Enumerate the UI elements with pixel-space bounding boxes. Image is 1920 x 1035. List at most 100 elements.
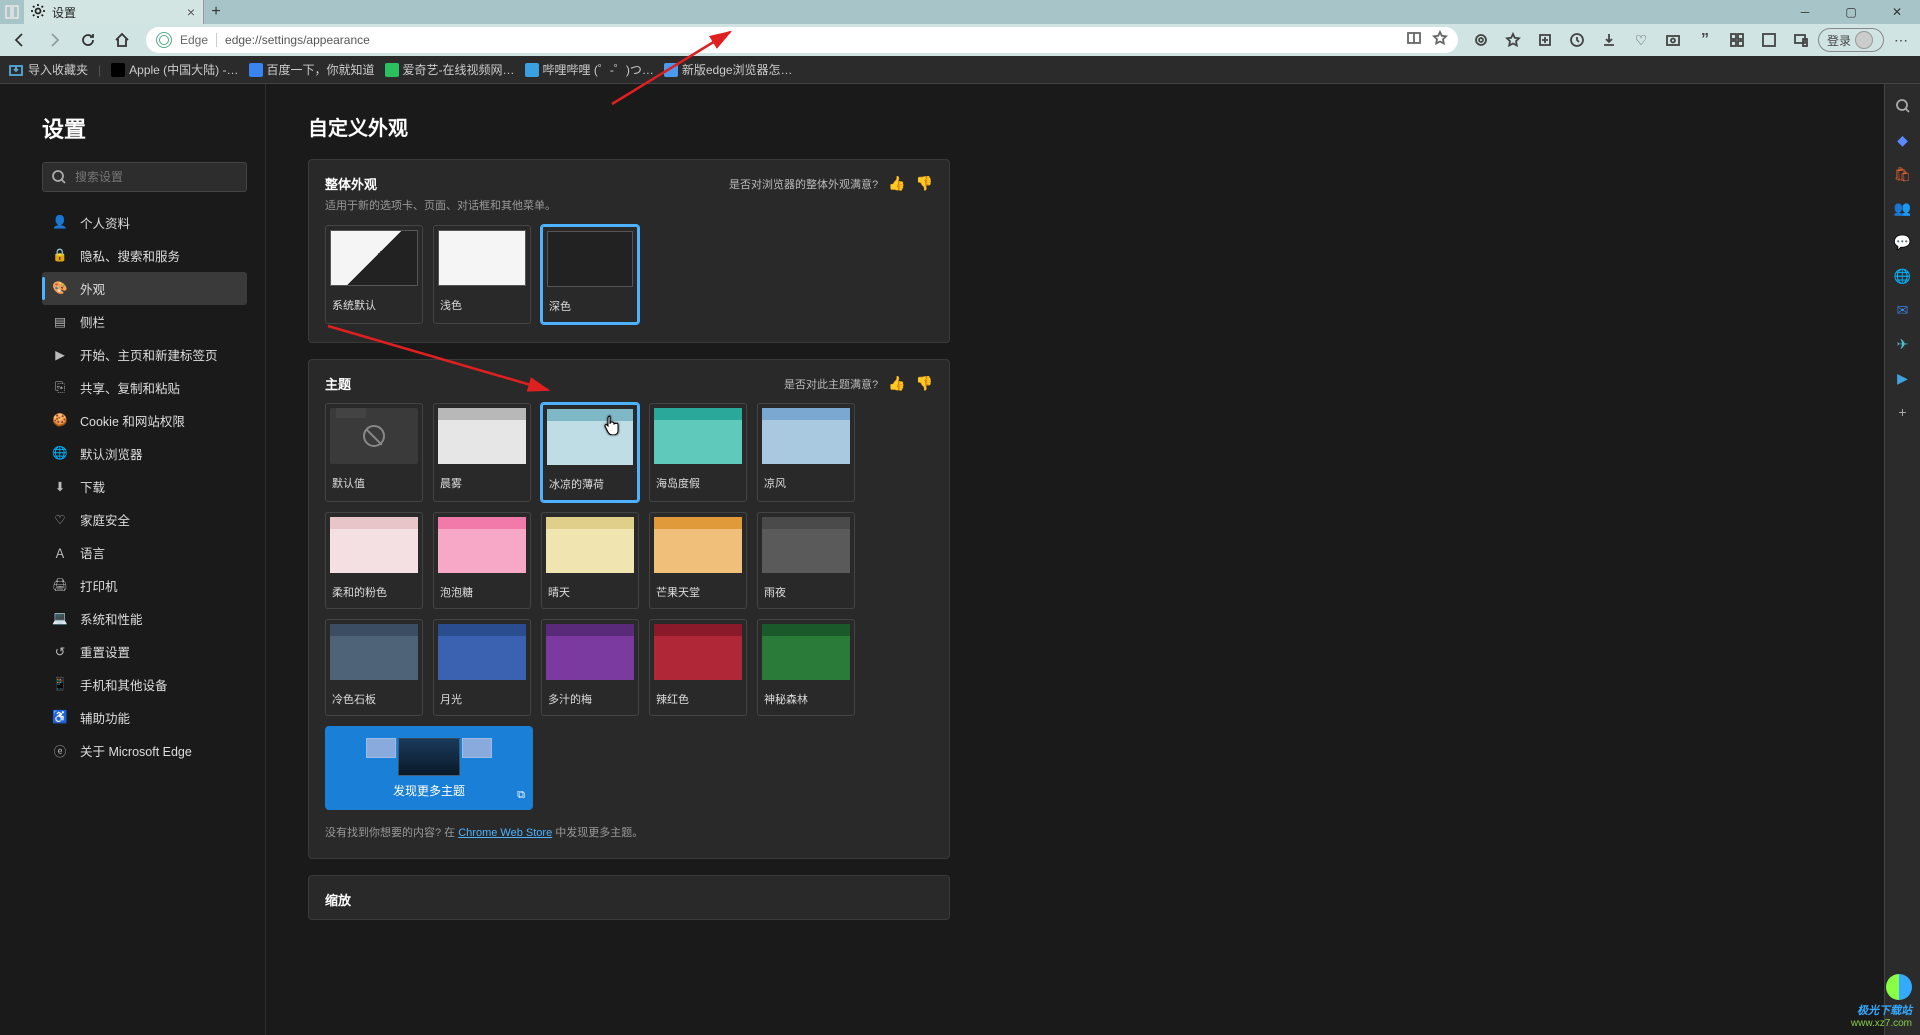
theme-tile-12[interactable]: 多汁的梅 — [541, 619, 639, 716]
thumbs-down-icon[interactable]: 👎 — [916, 175, 933, 192]
bookmark-item[interactable]: 爱奇艺-在线视频网… — [385, 61, 515, 78]
home-button[interactable] — [106, 26, 138, 54]
math-icon[interactable] — [1754, 26, 1784, 54]
video-icon[interactable]: ▶ — [1893, 368, 1913, 388]
sidebar-item-8[interactable]: ⬇下载 — [42, 470, 247, 503]
sidebar-item-12[interactable]: 💻系统和性能 — [42, 602, 247, 635]
right-sidebar: ◆ 🛍 👥 💬 🌐 ✉ ✈ ▶ + — [1884, 84, 1920, 1035]
external-link-icon: ⧉ — [517, 789, 525, 802]
new-tab-button[interactable]: + — [204, 3, 228, 21]
search-icon[interactable] — [1893, 96, 1913, 116]
nav-icon: 📱 — [52, 677, 68, 693]
theme-tile-1[interactable]: 晨雾 — [433, 403, 531, 502]
menu-icon[interactable]: ⋯ — [1886, 26, 1916, 54]
appearance-tile-2[interactable]: 深色 — [541, 225, 639, 324]
theme-tile-4[interactable]: 凉风 — [757, 403, 855, 502]
browser-tab-active[interactable]: 设置 × — [24, 0, 204, 24]
add-icon[interactable]: + — [1893, 402, 1913, 422]
theme-tile-8[interactable]: 芒果天堂 — [649, 512, 747, 609]
tag-icon[interactable]: ◆ — [1893, 130, 1913, 150]
overall-appearance-panel: 整体外观 是否对浏览器的整体外观满意? 👍 👎 适用于新的选项卡、页面、对话框和… — [308, 159, 950, 343]
close-window-button[interactable]: ✕ — [1874, 0, 1920, 24]
sidebar-item-4[interactable]: ▶开始、主页和新建标签页 — [42, 338, 247, 371]
theme-tile-14[interactable]: 神秘森林 — [757, 619, 855, 716]
send-to-device-icon[interactable] — [1786, 26, 1816, 54]
search-input[interactable] — [42, 162, 247, 192]
sidebar-item-3[interactable]: ▤侧栏 — [42, 305, 247, 338]
nav-icon: ⬇ — [52, 479, 68, 495]
search-field[interactable] — [75, 170, 238, 184]
sidebar-item-0[interactable]: 👤个人资料 — [42, 206, 247, 239]
login-button[interactable]: 登录 — [1818, 28, 1884, 52]
theme-tile-0[interactable]: 默认值 — [325, 403, 423, 502]
close-icon[interactable]: × — [187, 4, 195, 20]
theme-tile-3[interactable]: 海岛度假 — [649, 403, 747, 502]
performance-icon[interactable]: ♡ — [1626, 26, 1656, 54]
titlebar: 设置 × + ─ ▢ ✕ — [0, 0, 1920, 24]
bookmark-item[interactable]: 哔哩哔哩 (゜-゜)つ… — [525, 61, 654, 78]
discover-more-themes[interactable]: 发现更多主题 ⧉ — [325, 726, 533, 810]
thumbs-down-icon[interactable]: 👎 — [916, 375, 933, 392]
history-icon[interactable] — [1562, 26, 1592, 54]
appearance-tile-0[interactable]: 系统默认 — [325, 225, 423, 324]
forward-button — [38, 26, 70, 54]
chrome-web-store-link[interactable]: Chrome Web Store — [458, 827, 552, 839]
maximize-button[interactable]: ▢ — [1828, 0, 1874, 24]
window-controls: ─ ▢ ✕ — [1782, 0, 1920, 24]
downloads-icon[interactable] — [1594, 26, 1624, 54]
globe-icon[interactable]: 🌐 — [1893, 266, 1913, 286]
sidebar-item-7[interactable]: 🌐默认浏览器 — [42, 437, 247, 470]
send-icon[interactable]: ✈ — [1893, 334, 1913, 354]
nav-icon: ♿ — [52, 710, 68, 726]
theme-tile-13[interactable]: 辣红色 — [649, 619, 747, 716]
theme-tile-7[interactable]: 晴天 — [541, 512, 639, 609]
extensions-icon[interactable] — [1466, 26, 1496, 54]
sidebar-item-13[interactable]: ↺重置设置 — [42, 635, 247, 668]
theme-tile-10[interactable]: 冷色石板 — [325, 619, 423, 716]
reader-icon[interactable] — [1406, 30, 1422, 51]
favorites-icon[interactable] — [1498, 26, 1528, 54]
sidebar-item-9[interactable]: ♡家庭安全 — [42, 503, 247, 536]
sidebar-item-6[interactable]: 🍪Cookie 和网站权限 — [42, 404, 247, 437]
thumbs-up-icon[interactable]: 👍 — [888, 375, 905, 392]
refresh-button[interactable] — [72, 26, 104, 54]
back-button[interactable] — [4, 26, 36, 54]
theme-tile-9[interactable]: 雨夜 — [757, 512, 855, 609]
screenshot-icon[interactable] — [1658, 26, 1688, 54]
collections-icon[interactable] — [1530, 26, 1560, 54]
sidebar-item-10[interactable]: Ａ语言 — [42, 536, 247, 569]
sidebar-item-15[interactable]: ♿辅助功能 — [42, 701, 247, 734]
outlook-icon[interactable]: ✉ — [1893, 300, 1913, 320]
sidebar-item-1[interactable]: 🔒隐私、搜索和服务 — [42, 239, 247, 272]
nav-icon: ↺ — [52, 644, 68, 660]
minimize-button[interactable]: ─ — [1782, 0, 1828, 24]
bookmark-item[interactable]: 新版edge浏览器怎… — [664, 61, 793, 78]
theme-tile-11[interactable]: 月光 — [433, 619, 531, 716]
people-icon[interactable]: 👥 — [1893, 198, 1913, 218]
address-url: edge://settings/appearance — [225, 33, 1398, 47]
theme-tile-6[interactable]: 泡泡糖 — [433, 512, 531, 609]
address-label: Edge — [180, 33, 217, 47]
avatar-icon — [1855, 31, 1873, 49]
import-bookmarks[interactable]: 导入收藏夹 — [8, 61, 88, 78]
quotes-icon[interactable]: ” — [1690, 26, 1720, 54]
sidebar-item-11[interactable]: 🖨打印机 — [42, 569, 247, 602]
shopping-icon[interactable]: 🛍 — [1893, 164, 1913, 184]
sidebar-item-14[interactable]: 📱手机和其他设备 — [42, 668, 247, 701]
theme-tile-5[interactable]: 柔和的粉色 — [325, 512, 423, 609]
sidebar-item-5[interactable]: ⎘共享、复制和粘贴 — [42, 371, 247, 404]
apps-icon[interactable] — [1722, 26, 1752, 54]
bookmark-item[interactable]: 百度一下，你就知道 — [249, 61, 375, 78]
appearance-tile-1[interactable]: 浅色 — [433, 225, 531, 324]
theme-tile-2[interactable]: 冰凉的薄荷 — [541, 403, 639, 502]
tab-actions-icon[interactable] — [0, 0, 24, 24]
sidebar-item-2[interactable]: 🎨外观 — [42, 272, 247, 305]
bookmarks-bar: 导入收藏夹 | Apple (中国大陆) -… 百度一下，你就知道 爱奇艺-在线… — [0, 56, 1920, 84]
sidebar-item-16[interactable]: ⓔ关于 Microsoft Edge — [42, 734, 247, 767]
tab-title: 设置 — [52, 4, 76, 21]
thumbs-up-icon[interactable]: 👍 — [888, 175, 905, 192]
bookmark-item[interactable]: Apple (中国大陆) -… — [111, 61, 238, 78]
favorite-star-icon[interactable] — [1432, 30, 1448, 51]
address-bar[interactable]: Edge edge://settings/appearance — [146, 27, 1458, 53]
chat-icon[interactable]: 💬 — [1893, 232, 1913, 252]
